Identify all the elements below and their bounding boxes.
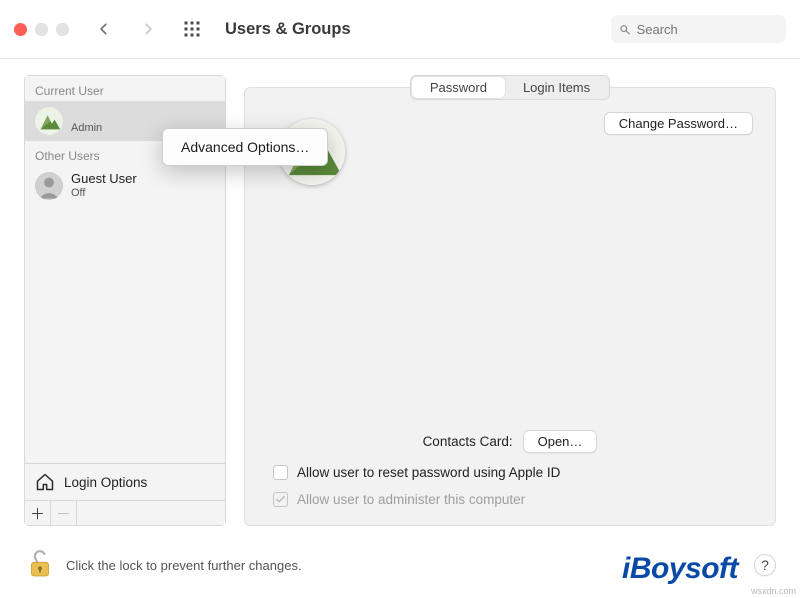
toolbar: Users & Groups [0, 0, 800, 58]
zoom-window-button[interactable] [56, 23, 69, 36]
allow-reset-label: Allow user to reset password using Apple… [297, 465, 560, 480]
page-title: Users & Groups [225, 20, 351, 39]
footer: Click the lock to prevent further change… [0, 532, 800, 598]
close-window-button[interactable] [14, 23, 27, 36]
search-icon [619, 23, 631, 36]
grid-icon [183, 20, 201, 38]
change-password-button[interactable]: Change Password… [604, 112, 753, 135]
minimize-window-button[interactable] [35, 23, 48, 36]
contacts-card-label: Contacts Card: [423, 434, 513, 449]
back-button[interactable] [89, 14, 119, 44]
user-labels: in Admin [71, 107, 102, 135]
search-field[interactable] [611, 15, 786, 43]
forward-button[interactable] [133, 14, 163, 44]
tab-bar: Password Login Items [244, 75, 776, 99]
current-user-header: Current User [25, 76, 225, 101]
show-all-button[interactable] [177, 14, 207, 44]
avatar [35, 172, 63, 200]
login-options-label: Login Options [64, 475, 147, 490]
chevron-left-icon [97, 22, 111, 36]
help-button[interactable]: ? [754, 554, 776, 576]
allow-admin-checkbox [273, 492, 288, 507]
user-status: Off [71, 187, 137, 200]
user-role: Admin [71, 122, 102, 135]
guest-avatar-icon [35, 172, 63, 200]
lock-hint-text: Click the lock to prevent further change… [66, 558, 302, 573]
tab-login-items[interactable]: Login Items [505, 77, 608, 98]
unlocked-lock-icon [26, 547, 54, 581]
content-area: Current User in Admin Other Users [0, 59, 800, 532]
lock-button[interactable] [26, 547, 54, 584]
allow-admin-row: Allow user to administer this computer [267, 492, 753, 507]
mountain-avatar-icon [35, 107, 63, 135]
checkmark-icon [275, 494, 286, 505]
avatar [35, 107, 63, 135]
brand-watermark: iBoysoft [622, 552, 738, 586]
allow-reset-row[interactable]: Allow user to reset password using Apple… [267, 465, 753, 480]
context-menu: Advanced Options… [162, 128, 328, 166]
search-input[interactable] [637, 22, 778, 37]
window-controls [14, 23, 69, 36]
home-icon [35, 472, 55, 492]
user-labels: Guest User Off [71, 172, 137, 200]
login-options-button[interactable]: Login Options [25, 463, 225, 500]
menu-item-advanced-options[interactable]: Advanced Options… [167, 133, 323, 161]
add-user-button[interactable]: ＋ [25, 501, 51, 525]
url-watermark: wsxdn.com [751, 586, 796, 596]
sidebar-footer: ＋ － [25, 500, 225, 525]
contacts-card-row: Contacts Card: Open… [267, 430, 753, 453]
remove-user-button[interactable]: － [51, 501, 77, 525]
open-contacts-button[interactable]: Open… [523, 430, 598, 453]
tab-password[interactable]: Password [412, 77, 505, 98]
sidebar-item-guest-user[interactable]: Guest User Off [25, 166, 225, 206]
allow-admin-label: Allow user to administer this computer [297, 492, 525, 507]
chevron-right-icon [141, 22, 155, 36]
user-name: Guest User [71, 172, 137, 187]
tab-segmented-control: Password Login Items [410, 75, 610, 100]
allow-reset-checkbox[interactable] [273, 465, 288, 480]
